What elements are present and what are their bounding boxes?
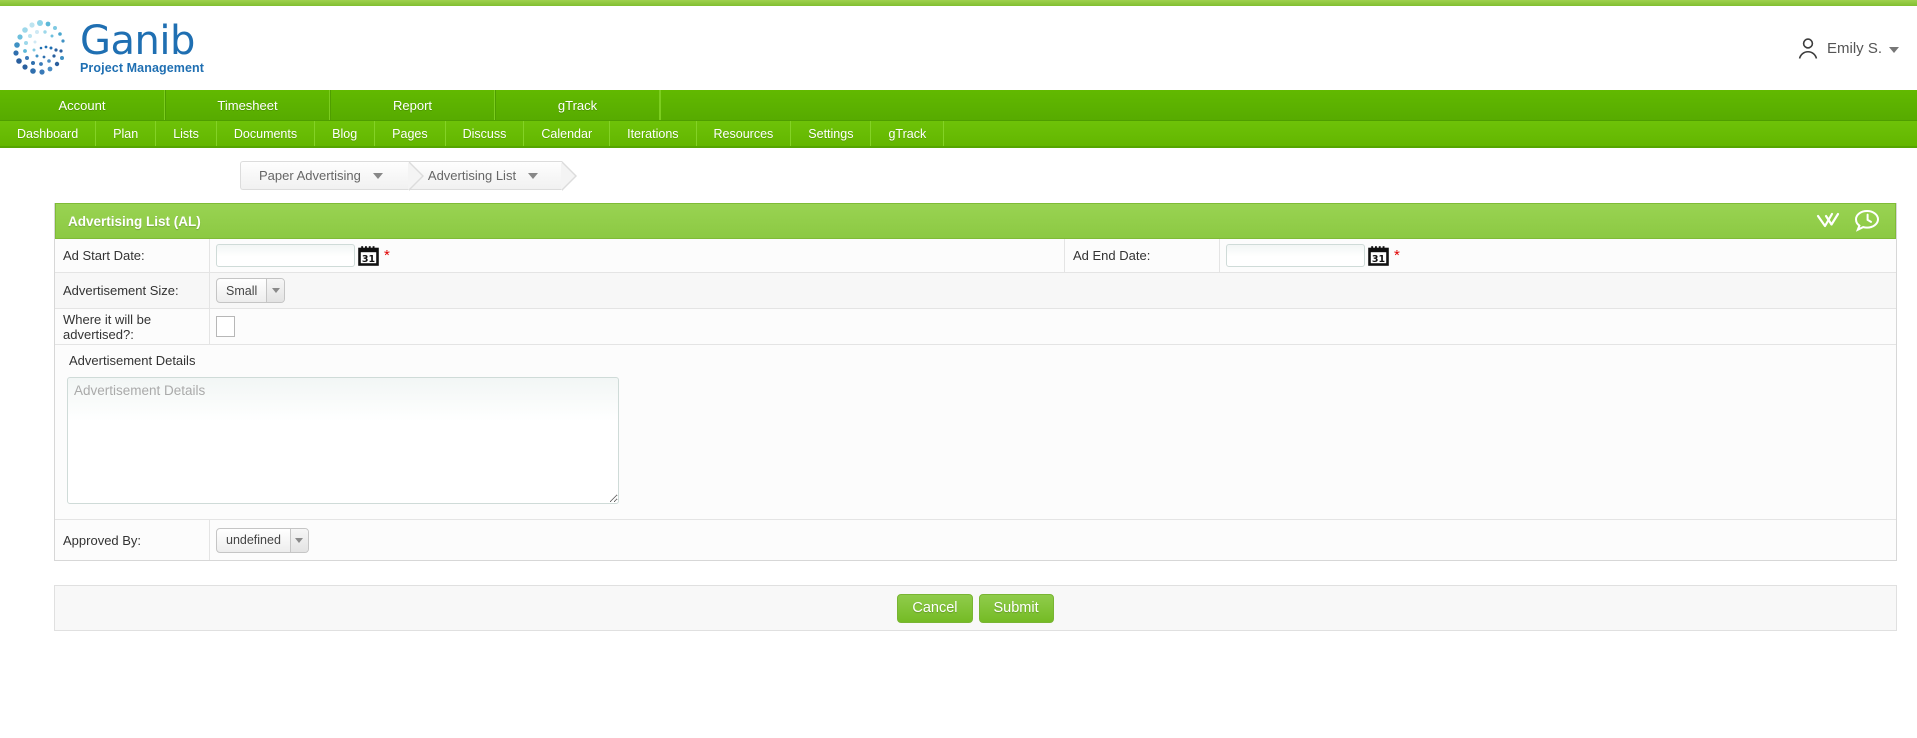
approved-by-select[interactable]: undefined: [216, 528, 309, 553]
subnav-item-documents[interactable]: Documents: [217, 121, 315, 146]
form-row-advertisement-size: Advertisement Size: Small: [55, 273, 1896, 309]
subnav-item-dashboard[interactable]: Dashboard: [0, 121, 96, 146]
label-advertisement-size: Advertisement Size:: [55, 273, 210, 308]
cancel-button[interactable]: Cancel: [897, 594, 972, 623]
subnav-item-resources[interactable]: Resources: [697, 121, 792, 146]
advertisement-size-value: Small: [217, 279, 266, 302]
ad-start-date-input[interactable]: [216, 244, 355, 267]
approved-by-value: undefined: [217, 529, 290, 552]
label-ad-start-date: Ad Start Date:: [55, 239, 210, 272]
form-row-approved-by: Approved By: undefined: [55, 520, 1896, 560]
chevron-down-icon[interactable]: [1889, 47, 1899, 53]
svg-text:31: 31: [362, 254, 375, 265]
subnav-item-calendar[interactable]: Calendar: [524, 121, 610, 146]
ganib-swirl-logo-icon: [10, 17, 72, 79]
form-row-advertisement-details: Advertisement Details: [55, 345, 1896, 520]
brand-logo[interactable]: Ganib Project Management: [0, 17, 204, 79]
advertisement-size-select[interactable]: Small: [216, 278, 285, 303]
brand-tagline: Project Management: [80, 62, 204, 75]
breadcrumb-divider-inner-icon: [408, 162, 422, 190]
required-marker: *: [384, 248, 390, 263]
submit-button[interactable]: Submit: [979, 594, 1054, 623]
ad-end-date-input[interactable]: [1226, 244, 1365, 267]
subnav-item-gtrack[interactable]: gTrack: [871, 121, 944, 146]
breadcrumb-label: Advertising List: [428, 168, 516, 183]
nav-item-gtrack[interactable]: gTrack: [495, 90, 660, 120]
breadcrumb-zone: Paper Advertising Advertising List: [0, 148, 1917, 203]
primary-nav-filler: [660, 90, 1917, 120]
user-avatar-icon: [1796, 36, 1820, 60]
double-check-icon[interactable]: [1815, 209, 1843, 233]
chevron-down-icon[interactable]: [290, 529, 308, 552]
page-title: Advertising List (AL): [68, 214, 201, 229]
subnav-item-pages[interactable]: Pages: [375, 121, 445, 146]
brand-name: Ganib: [80, 21, 204, 61]
field-ad-end-date: 31 *: [1220, 239, 1896, 272]
subnav-item-lists[interactable]: Lists: [156, 121, 217, 146]
label-ad-end-date: Ad End Date:: [1065, 239, 1220, 272]
nav-item-timesheet[interactable]: Timesheet: [165, 90, 330, 120]
subnav-item-plan[interactable]: Plan: [96, 121, 156, 146]
calendar-31-icon[interactable]: 31: [1368, 245, 1389, 266]
svg-text:31: 31: [1372, 254, 1385, 265]
panel-header: Advertising List (AL): [55, 203, 1896, 239]
comment-history-icon[interactable]: [1853, 208, 1881, 234]
page-header: Ganib Project Management Emily S.: [0, 6, 1917, 90]
required-marker: *: [1394, 248, 1400, 263]
form-row-where-advertised: Where it will be advertised?:: [55, 309, 1896, 345]
nav-item-report[interactable]: Report: [330, 90, 495, 120]
field-ad-start-date: 31 *: [210, 239, 1065, 272]
panel-actions: [1815, 208, 1881, 234]
field-approved-by: undefined: [210, 520, 1896, 560]
calendar-31-icon[interactable]: 31: [358, 245, 379, 266]
form-action-bar: Cancel Submit: [54, 585, 1897, 631]
breadcrumb-item-advertising-list[interactable]: Advertising List: [409, 161, 562, 190]
secondary-nav-filler: [944, 121, 1917, 146]
user-menu[interactable]: Emily S.: [1796, 36, 1899, 60]
subnav-item-discuss[interactable]: Discuss: [446, 121, 525, 146]
label-advertisement-details: Advertisement Details: [67, 353, 1896, 368]
form-row-dates: Ad Start Date: 31 * Ad End Date:: [55, 239, 1896, 273]
chevron-down-icon[interactable]: [528, 173, 538, 179]
subnav-item-settings[interactable]: Settings: [791, 121, 871, 146]
label-approved-by: Approved By:: [55, 520, 210, 560]
field-where-advertised: [210, 309, 1896, 344]
breadcrumb-divider-inner-icon: [561, 162, 575, 190]
chevron-down-icon[interactable]: [373, 173, 383, 179]
advertisement-details-textarea[interactable]: [67, 377, 619, 504]
field-advertisement-size: Small: [210, 273, 1896, 308]
user-name-label: Emily S.: [1827, 40, 1882, 57]
advertising-list-panel: Advertising List (AL) Ad Start Date:: [54, 203, 1897, 561]
subnav-item-iterations[interactable]: Iterations: [610, 121, 696, 146]
subnav-item-blog[interactable]: Blog: [315, 121, 375, 146]
breadcrumb-item-paper-advertising[interactable]: Paper Advertising: [240, 161, 409, 190]
primary-navigation: Account Timesheet Report gTrack: [0, 90, 1917, 121]
breadcrumb-label: Paper Advertising: [259, 168, 361, 183]
chevron-down-icon[interactable]: [266, 279, 284, 302]
nav-item-account[interactable]: Account: [0, 90, 165, 120]
breadcrumb: Paper Advertising Advertising List: [240, 161, 562, 190]
secondary-navigation: Dashboard Plan Lists Documents Blog Page…: [0, 121, 1917, 148]
label-where-advertised: Where it will be advertised?:: [55, 309, 210, 344]
where-advertised-checkbox[interactable]: [216, 316, 235, 337]
